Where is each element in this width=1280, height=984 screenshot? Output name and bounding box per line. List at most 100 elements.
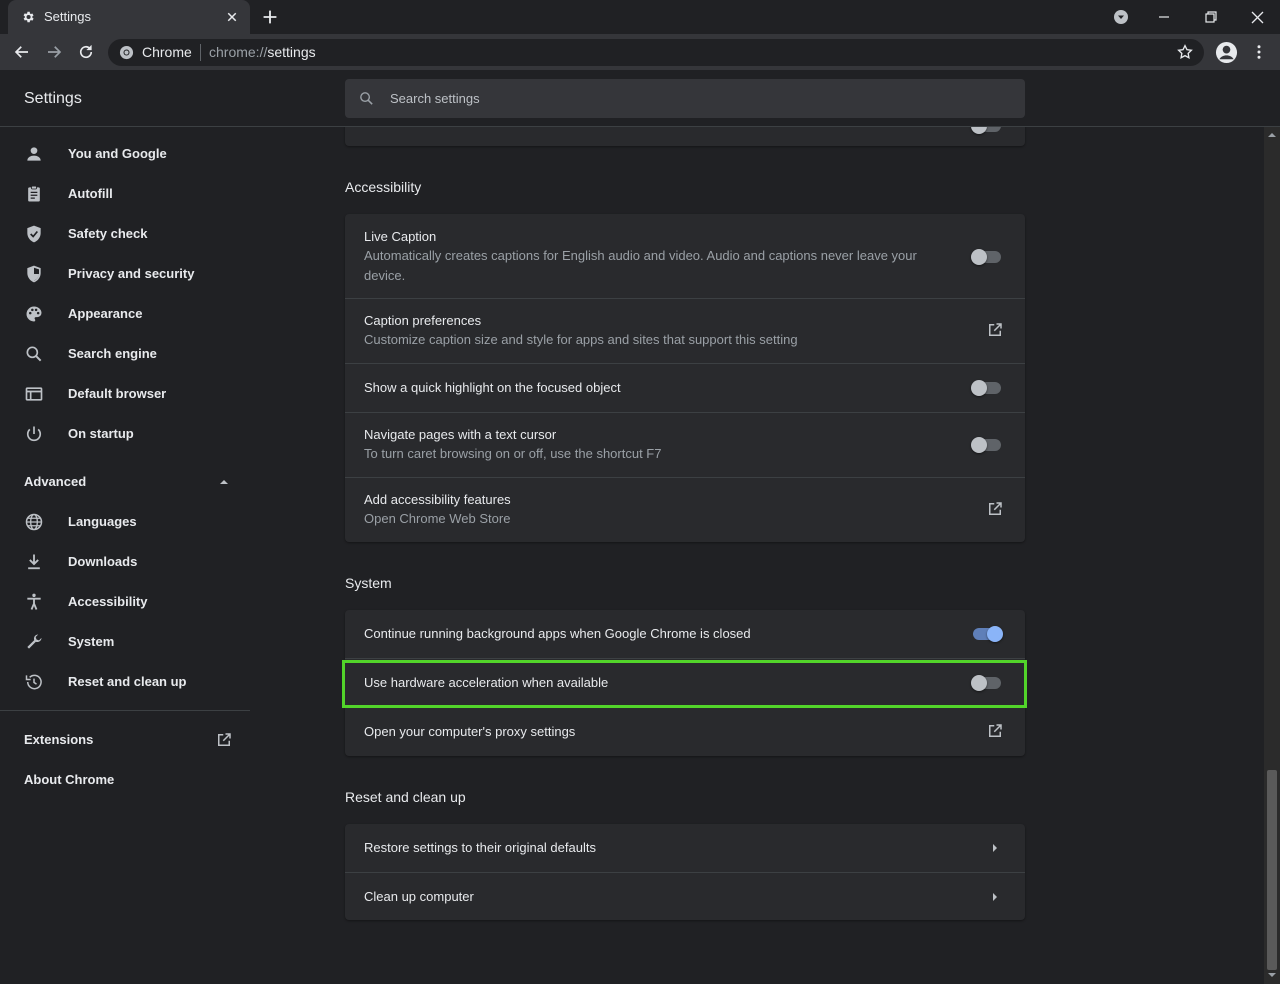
hardware-acceleration-row[interactable]: Use hardware acceleration when available: [345, 659, 1025, 707]
search-icon: [26, 346, 42, 362]
palette-icon: [26, 306, 42, 322]
forward-button[interactable]: [42, 40, 66, 64]
omnibox-chip-label: Chrome: [142, 44, 192, 60]
reload-button[interactable]: [74, 40, 98, 64]
sidebar-item-languages[interactable]: Languages: [0, 502, 250, 542]
menu-button[interactable]: [1247, 40, 1271, 64]
sidebar-item-downloads[interactable]: Downloads: [0, 542, 250, 582]
restore-button[interactable]: [1188, 0, 1234, 34]
close-icon[interactable]: [223, 8, 241, 26]
row-title: Navigate pages with a text cursor: [364, 427, 557, 442]
scrollbar[interactable]: [1264, 127, 1280, 984]
sidebar-item-extensions[interactable]: Extensions: [24, 732, 93, 747]
browser-icon: [25, 387, 43, 401]
profile-dropdown-button[interactable]: [1098, 0, 1144, 34]
minimize-button[interactable]: [1141, 0, 1187, 34]
row-subtitle: To turn caret browsing on or off, use th…: [364, 446, 662, 461]
clean-up-computer-row[interactable]: Clean up computer: [345, 873, 1025, 920]
sidebar-item-accessibility[interactable]: Accessibility: [0, 582, 250, 622]
arrow-left-icon: [14, 46, 28, 58]
sidebar-item-safety-check[interactable]: Safety check: [0, 214, 250, 254]
tab-title: Settings: [44, 9, 91, 24]
sidebar-item-default-browser[interactable]: Default browser: [0, 374, 250, 414]
scroll-down-arrow-icon[interactable]: [1268, 971, 1276, 979]
row-title: Add accessibility features: [364, 492, 511, 507]
focus-highlight-toggle[interactable]: [971, 378, 1003, 398]
sidebar-item-system[interactable]: System: [0, 622, 250, 662]
sidebar-item-autofill[interactable]: Autofill: [0, 174, 250, 214]
chrome-logo-icon: [119, 45, 134, 60]
sidebar-item-privacy[interactable]: Privacy and security: [0, 254, 250, 294]
page-title: Settings: [24, 90, 82, 107]
search-icon: [360, 92, 373, 105]
accessibility-icon: [27, 593, 41, 610]
person-icon: [27, 147, 41, 161]
sidebar-item-label: Reset and clean up: [68, 674, 187, 689]
row-title: Caption preferences: [364, 313, 482, 328]
sidebar-item-reset[interactable]: Reset and clean up: [0, 662, 250, 702]
row-title: Continue running background apps when Go…: [364, 626, 751, 641]
tab-settings[interactable]: Settings: [8, 0, 250, 34]
row-title: Use hardware acceleration when available: [364, 675, 609, 690]
background-apps-row[interactable]: Continue running background apps when Go…: [345, 610, 1025, 658]
section-title-reset: Reset and clean up: [345, 789, 466, 805]
open-in-new-icon[interactable]: [986, 500, 1004, 518]
live-caption-row[interactable]: Live Caption Automatically creates capti…: [345, 214, 1025, 298]
caret-browsing-row[interactable]: Navigate pages with a text cursor To tur…: [345, 413, 1025, 477]
sidebar-item-label: Accessibility: [68, 594, 148, 609]
history-icon: [25, 674, 42, 690]
sidebar-item-about-chrome[interactable]: About Chrome: [24, 772, 114, 787]
address-bar[interactable]: Chrome chrome://settings: [108, 39, 1204, 66]
search-input[interactable]: [390, 87, 1010, 109]
restore-icon: [1205, 11, 1217, 23]
add-accessibility-features-row[interactable]: Add accessibility features Open Chrome W…: [345, 478, 1025, 542]
sidebar-item-label: Default browser: [68, 386, 167, 401]
open-in-new-icon[interactable]: [986, 722, 1004, 740]
clipboard-icon: [28, 185, 40, 202]
wrench-icon: [27, 634, 42, 649]
row-title: Live Caption: [364, 229, 437, 244]
open-in-new-icon[interactable]: [986, 321, 1004, 339]
power-icon: [26, 426, 42, 442]
row-subtitle: Automatically creates captions for Engli…: [364, 248, 917, 283]
caret-browsing-toggle[interactable]: [971, 435, 1003, 455]
close-window-button[interactable]: [1234, 0, 1280, 34]
shield-icon: [27, 265, 41, 283]
hardware-acceleration-toggle[interactable]: [971, 673, 1003, 693]
chevron-right-icon: [993, 844, 997, 852]
chevron-right-icon: [993, 893, 997, 901]
sidebar-item-appearance[interactable]: Appearance: [0, 294, 250, 334]
star-icon[interactable]: [1176, 43, 1194, 61]
more-vert-icon: [1257, 45, 1261, 59]
sidebar-advanced-toggle[interactable]: Advanced: [0, 462, 250, 502]
sidebar-item-on-startup[interactable]: On startup: [0, 414, 250, 454]
row-title: Show a quick highlight on the focused ob…: [364, 380, 621, 395]
sidebar-item-label: Downloads: [68, 554, 138, 569]
reload-icon: [79, 45, 93, 59]
back-button[interactable]: [10, 40, 34, 64]
open-in-new-icon[interactable]: [215, 731, 233, 749]
account-icon: [1215, 41, 1237, 63]
chevron-down-circle-icon: [1114, 10, 1128, 24]
sidebar-item-label: Safety check: [68, 226, 148, 241]
scrollbar-thumb[interactable]: [1267, 770, 1277, 970]
search-box[interactable]: [345, 79, 1025, 118]
sidebar: You and Google Autofill Safety check Pri…: [0, 127, 250, 984]
sidebar-item-label: You and Google: [68, 146, 167, 161]
new-tab-icon[interactable]: [259, 6, 281, 28]
caption-preferences-row[interactable]: Caption preferences Customize caption si…: [345, 299, 1025, 363]
restore-defaults-row[interactable]: Restore settings to their original defau…: [345, 824, 1025, 872]
sidebar-item-label: On startup: [68, 426, 134, 441]
sidebar-item-search-engine[interactable]: Search engine: [0, 334, 250, 374]
focus-highlight-row[interactable]: Show a quick highlight on the focused ob…: [345, 364, 1025, 412]
sidebar-item-you-and-google[interactable]: You and Google: [0, 134, 250, 174]
row-title: Restore settings to their original defau…: [364, 840, 596, 855]
download-icon: [28, 554, 40, 570]
background-apps-toggle[interactable]: [971, 624, 1003, 644]
sidebar-item-label: Privacy and security: [68, 266, 195, 281]
live-caption-toggle[interactable]: [971, 247, 1003, 267]
scroll-up-arrow-icon[interactable]: [1268, 131, 1276, 139]
header-backdrop: Settings: [0, 70, 1264, 127]
profile-button[interactable]: [1214, 40, 1238, 64]
proxy-settings-row[interactable]: Open your computer's proxy settings: [345, 708, 1025, 756]
